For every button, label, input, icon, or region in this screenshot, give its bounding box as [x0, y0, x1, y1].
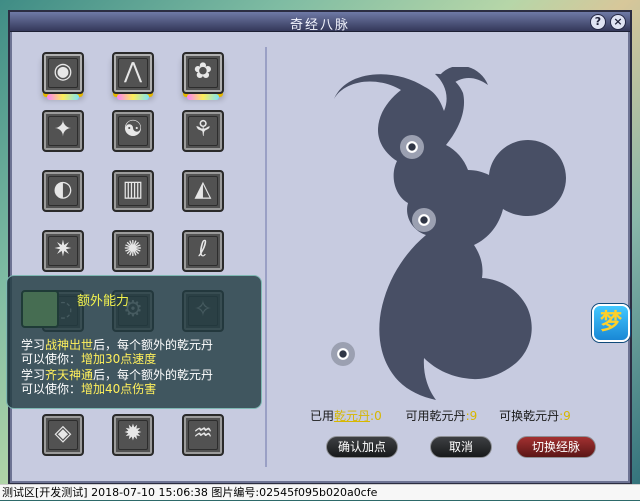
- popup-line-4-a: 可以使你：: [21, 382, 82, 396]
- skill-glyph: ◉: [53, 59, 73, 84]
- skill-glyph: ⋀: [123, 59, 143, 84]
- popup-line-3: 学习齐天神通后，每个额外的乾元丹: [21, 368, 213, 382]
- skill-icon-r3c2[interactable]: ▥: [112, 170, 154, 212]
- popup-line-2: 可以使你：增加30点速度: [21, 352, 156, 366]
- character-silhouette: [334, 67, 566, 401]
- skill-glyph: ◭: [194, 177, 212, 202]
- skill-icon-r2c1[interactable]: ✦: [42, 110, 84, 152]
- popup-line-3-b: 齐天神通: [45, 368, 94, 382]
- extra-ability-popup: 额外能力 学习战神出世后，每个额外的乾元丹 可以使你：增加30点速度 学习齐天神…: [6, 275, 262, 409]
- skill-glyph: ☯: [123, 117, 143, 142]
- panel-divider: [265, 47, 267, 467]
- skill-glyph: ✺: [123, 237, 143, 262]
- popup-ability-icon: [21, 290, 59, 328]
- skill-icon-r4c1[interactable]: ✷: [42, 230, 84, 272]
- status-bar: 测试区[开发测试] 2018-07-10 15:06:38 图片编号:02545…: [0, 484, 640, 500]
- popup-line-4-b: 增加40点伤害: [81, 382, 157, 396]
- popup-line-2-b: 增加30点速度: [81, 352, 157, 366]
- rank-badge: [47, 94, 79, 100]
- menghuan-icon[interactable]: 梦: [592, 304, 630, 342]
- popup-line-2-a: 可以使你：: [21, 352, 82, 366]
- popup-line-1: 学习战神出世后，每个额外的乾元丹: [21, 338, 213, 352]
- skill-icon-r1c2[interactable]: ⋀: [112, 52, 154, 100]
- skill-tree-panel: ◉ ⋀ ✿ ✦ ☯ ⚘ ◐ ▥ ◭ ✷ ✺ ℓ ◌ ⚙ ✧ ◈ ✹ ♒: [20, 42, 265, 477]
- skill-icon-r4c3[interactable]: ℓ: [182, 230, 224, 272]
- help-button[interactable]: ?: [590, 14, 606, 30]
- skill-glyph: ▥: [122, 177, 144, 202]
- popup-line-1-c: 后，每个额外的乾元丹: [93, 338, 214, 352]
- popup-line-3-c: 后，每个额外的乾元丹: [93, 368, 214, 382]
- used-label: 已用: [310, 409, 335, 423]
- swap-value: :9: [559, 409, 571, 423]
- popup-line-3-a: 学习: [21, 368, 46, 382]
- close-button[interactable]: ×: [610, 14, 626, 30]
- meridian-point-lower[interactable]: [331, 342, 355, 366]
- cancel-button[interactable]: 取消: [430, 436, 492, 458]
- skill-icon-r6c2[interactable]: ✹: [112, 414, 154, 456]
- used-value: :0: [370, 409, 382, 423]
- skill-glyph: ⚘: [193, 117, 213, 142]
- switch-meridian-button[interactable]: 切换经脉: [516, 436, 596, 458]
- available-label: 可用乾元丹: [405, 409, 466, 423]
- skill-glyph: ♒: [193, 421, 213, 446]
- window-title: 奇经八脉: [289, 18, 350, 33]
- rank-badge: [117, 94, 149, 100]
- skill-icon-r6c1[interactable]: ◈: [42, 414, 84, 456]
- qianyuan-link[interactable]: 乾元丹: [334, 409, 370, 423]
- popup-line-1-b: 战神出世: [45, 338, 94, 352]
- skill-icon-r3c3[interactable]: ◭: [182, 170, 224, 212]
- skill-icon-r4c2[interactable]: ✺: [112, 230, 154, 272]
- skill-glyph: ◈: [54, 421, 72, 446]
- skill-icon-r1c3[interactable]: ✿: [182, 52, 224, 100]
- rank-badge: [187, 94, 219, 100]
- available-value: :9: [465, 409, 478, 423]
- skill-icon-r6c3[interactable]: ♒: [182, 414, 224, 456]
- qianyuan-summary: 已用乾元丹:0 可用乾元丹:9 可换乾元丹:9: [310, 407, 571, 424]
- skill-icon-r1c1[interactable]: ◉: [42, 52, 84, 100]
- skill-glyph: ◐: [53, 177, 73, 202]
- popup-line-1-a: 学习: [21, 338, 46, 352]
- swap-label: 可换乾元丹: [499, 409, 560, 423]
- scene-background: 奇经八脉 ? × ◉ ⋀ ✿ ✦ ☯ ⚘ ◐ ▥ ◭ ✷ ✺ ℓ ◌ ⚙ ✧ ◈…: [0, 0, 640, 500]
- skill-glyph: ✿: [193, 59, 213, 84]
- meridian-point-upper[interactable]: [400, 135, 424, 159]
- character-silhouette-body: [334, 73, 566, 401]
- confirm-button[interactable]: 确认加点: [326, 436, 398, 458]
- skill-icon-r2c2[interactable]: ☯: [112, 110, 154, 152]
- skill-icon-r2c3[interactable]: ⚘: [182, 110, 224, 152]
- popup-title: 额外能力: [77, 294, 130, 309]
- meridian-point-middle[interactable]: [412, 208, 436, 232]
- skill-glyph: ✷: [53, 237, 73, 262]
- skill-glyph: ✦: [53, 117, 73, 142]
- skill-glyph: ✹: [123, 421, 143, 446]
- skill-glyph: ℓ: [198, 237, 208, 262]
- window-titlebar: 奇经八脉 ? ×: [10, 12, 630, 33]
- skill-icon-r3c1[interactable]: ◐: [42, 170, 84, 212]
- popup-line-4: 可以使你：增加40点伤害: [21, 382, 156, 396]
- meridian-window: 奇经八脉 ? × ◉ ⋀ ✿ ✦ ☯ ⚘ ◐ ▥ ◭ ✷ ✺ ℓ ◌ ⚙ ✧ ◈…: [8, 10, 632, 485]
